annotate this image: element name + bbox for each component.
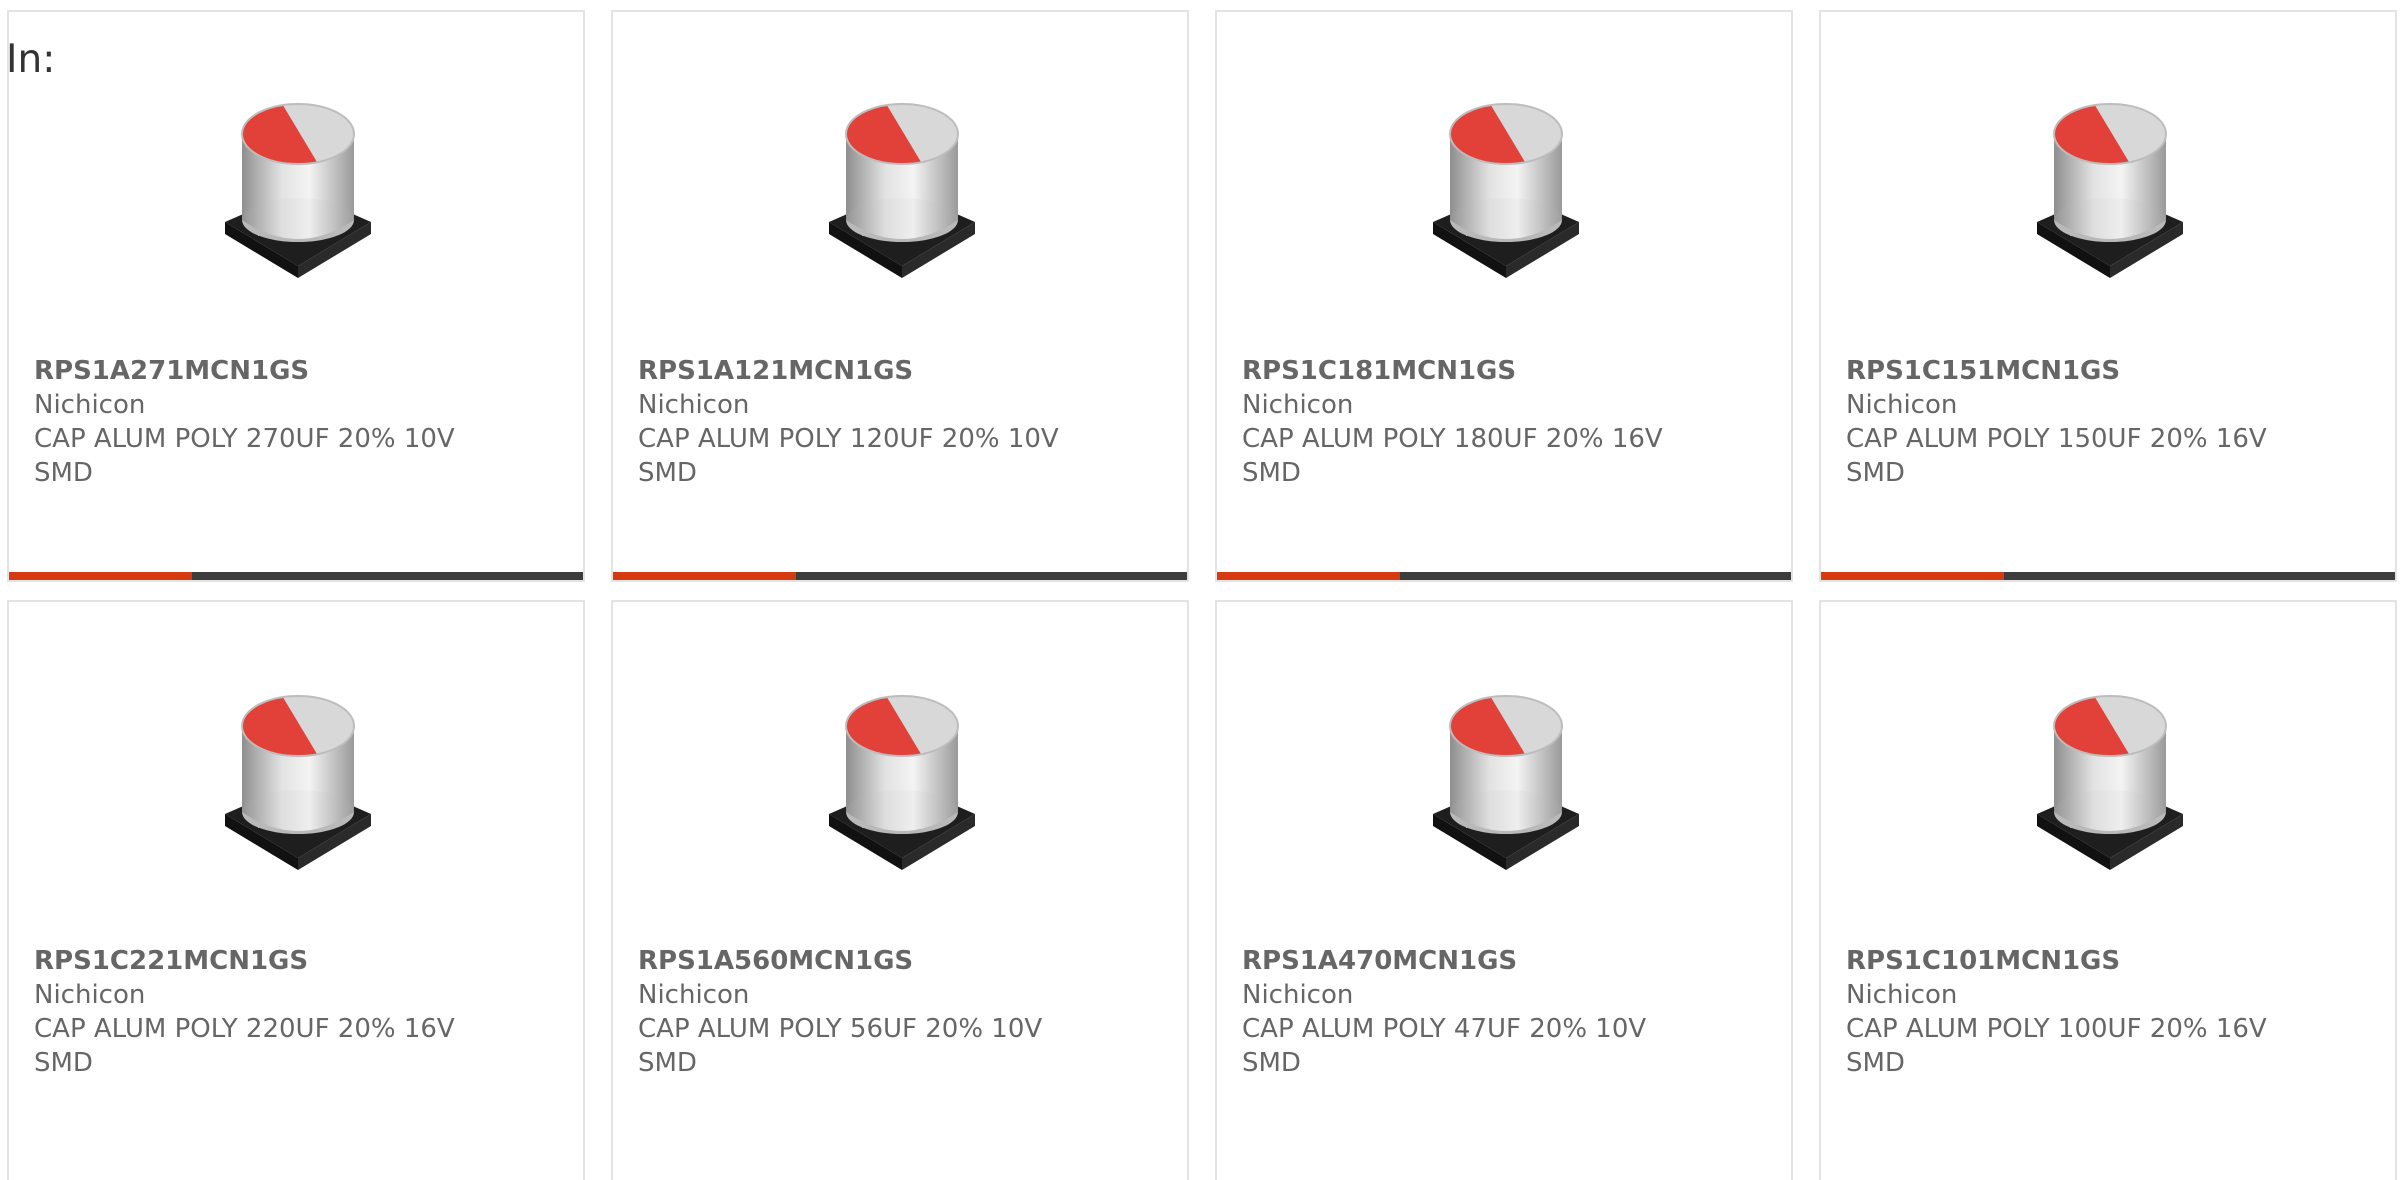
product-grid: RPS1A271MCN1GS Nichicon CAP ALUM POLY 27… <box>0 0 2400 1180</box>
package: SMD <box>34 1048 93 1078</box>
card-accent-bar <box>613 572 796 580</box>
product-card[interactable]: RPS1C101MCN1GS Nichicon CAP ALUM POLY 10… <box>1819 600 2397 1180</box>
description: CAP ALUM POLY 56UF 20% 10V <box>638 1014 1043 1044</box>
description: CAP ALUM POLY 120UF 20% 10V <box>638 424 1059 454</box>
capacitor-image[interactable] <box>2007 674 2213 880</box>
description: CAP ALUM POLY 47UF 20% 10V <box>1242 1014 1647 1044</box>
capacitor-image[interactable] <box>195 82 401 288</box>
package: SMD <box>34 458 93 488</box>
product-card[interactable]: RPS1A560MCN1GS Nichicon CAP ALUM POLY 56… <box>611 600 1189 1180</box>
product-info: RPS1C221MCN1GS Nichicon CAP ALUM POLY 22… <box>34 944 455 1080</box>
description: CAP ALUM POLY 150UF 20% 16V <box>1846 424 2267 454</box>
product-card[interactable]: RPS1C151MCN1GS Nichicon CAP ALUM POLY 15… <box>1819 10 2397 582</box>
card-footer-bar <box>613 572 1187 580</box>
package: SMD <box>638 1048 697 1078</box>
product-info: RPS1A271MCN1GS Nichicon CAP ALUM POLY 27… <box>34 354 455 490</box>
description: CAP ALUM POLY 180UF 20% 16V <box>1242 424 1663 454</box>
product-info: RPS1A560MCN1GS Nichicon CAP ALUM POLY 56… <box>638 944 1042 1080</box>
package: SMD <box>1242 458 1301 488</box>
product-info: RPS1A121MCN1GS Nichicon CAP ALUM POLY 12… <box>638 354 1059 490</box>
product-info: RPS1C101MCN1GS Nichicon CAP ALUM POLY 10… <box>1846 944 2267 1080</box>
capacitor-image[interactable] <box>1403 674 1609 880</box>
card-footer-bar <box>1217 572 1791 580</box>
package: SMD <box>1846 458 1905 488</box>
card-footer-bar <box>1821 572 2395 580</box>
package: SMD <box>1846 1048 1905 1078</box>
card-accent-bar <box>1217 572 1400 580</box>
manufacturer: Nichicon <box>1242 390 1354 420</box>
in-label: In: <box>6 37 56 82</box>
product-info: RPS1C181MCN1GS Nichicon CAP ALUM POLY 18… <box>1242 354 1663 490</box>
package: SMD <box>638 458 697 488</box>
part-number[interactable]: RPS1A560MCN1GS <box>638 944 1042 978</box>
card-accent-bar <box>1821 572 2004 580</box>
capacitor-image[interactable] <box>2007 82 2213 288</box>
manufacturer: Nichicon <box>1846 980 1958 1010</box>
part-number[interactable]: RPS1A271MCN1GS <box>34 354 455 388</box>
manufacturer: Nichicon <box>1846 390 1958 420</box>
capacitor-image[interactable] <box>799 674 1005 880</box>
package: SMD <box>1242 1048 1301 1078</box>
product-info: RPS1A470MCN1GS Nichicon CAP ALUM POLY 47… <box>1242 944 1646 1080</box>
part-number[interactable]: RPS1C151MCN1GS <box>1846 354 2267 388</box>
product-card[interactable]: RPS1C181MCN1GS Nichicon CAP ALUM POLY 18… <box>1215 10 1793 582</box>
manufacturer: Nichicon <box>638 390 750 420</box>
part-number[interactable]: RPS1A121MCN1GS <box>638 354 1059 388</box>
capacitor-image[interactable] <box>799 82 1005 288</box>
product-card[interactable]: RPS1A271MCN1GS Nichicon CAP ALUM POLY 27… <box>7 10 585 582</box>
part-number[interactable]: RPS1A470MCN1GS <box>1242 944 1646 978</box>
manufacturer: Nichicon <box>1242 980 1354 1010</box>
product-info: RPS1C151MCN1GS Nichicon CAP ALUM POLY 15… <box>1846 354 2267 490</box>
product-card[interactable]: RPS1A121MCN1GS Nichicon CAP ALUM POLY 12… <box>611 10 1189 582</box>
product-card[interactable]: RPS1A470MCN1GS Nichicon CAP ALUM POLY 47… <box>1215 600 1793 1180</box>
manufacturer: Nichicon <box>638 980 750 1010</box>
part-number[interactable]: RPS1C181MCN1GS <box>1242 354 1663 388</box>
part-number[interactable]: RPS1C221MCN1GS <box>34 944 455 978</box>
description: CAP ALUM POLY 100UF 20% 16V <box>1846 1014 2267 1044</box>
capacitor-image[interactable] <box>1403 82 1609 288</box>
manufacturer: Nichicon <box>34 390 146 420</box>
product-card[interactable]: RPS1C221MCN1GS Nichicon CAP ALUM POLY 22… <box>7 600 585 1180</box>
card-accent-bar <box>9 572 192 580</box>
part-number[interactable]: RPS1C101MCN1GS <box>1846 944 2267 978</box>
description: CAP ALUM POLY 270UF 20% 10V <box>34 424 455 454</box>
manufacturer: Nichicon <box>34 980 146 1010</box>
card-footer-bar <box>9 572 583 580</box>
description: CAP ALUM POLY 220UF 20% 16V <box>34 1014 455 1044</box>
capacitor-image[interactable] <box>195 674 401 880</box>
